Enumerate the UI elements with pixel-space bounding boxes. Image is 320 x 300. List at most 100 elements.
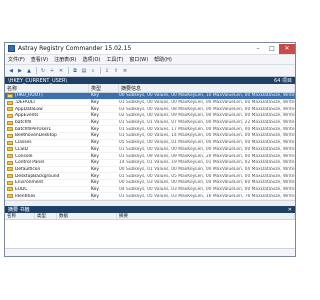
item-info: 14 Subkeys, 01 Values, 19 MaxKeyLen, 01 … [119, 160, 295, 166]
list-item[interactable]: batchfil Key 01 Subkeys, 01 Values, 07 Max… [5, 120, 295, 127]
close-button[interactable]: ✕ [279, 43, 295, 54]
menu-file[interactable]: 文件(F) [5, 56, 28, 63]
key-list: [HKU_ROOT] Key 00 Subkeys, 00 Values, 00 M… [5, 93, 295, 200]
item-type: Key [91, 160, 99, 166]
menu-view[interactable]: 查看(V) [28, 56, 51, 63]
delete-icon[interactable]: ✕ [57, 67, 65, 75]
export-icon[interactable]: ⇩ [103, 67, 111, 75]
item-name: CLSID [15, 146, 28, 152]
lower-column-name[interactable]: 名称 [5, 213, 35, 219]
item-name: [HKU_ROOT] [15, 93, 43, 99]
menu-options[interactable]: 选项(O) [80, 56, 104, 63]
folder-icon [7, 174, 13, 179]
item-type: Key [91, 153, 99, 159]
list-item[interactable]: Control Panel Key 14 Subkeys, 01 Values, 1… [5, 160, 295, 167]
up-icon[interactable]: ▲ [25, 67, 33, 75]
folder-icon [7, 154, 13, 159]
folder-icon [7, 133, 13, 138]
list-item[interactable]: AppDataLow Key 03 Subkeys, 00 Values, 08 M… [5, 106, 295, 114]
new-key-icon[interactable]: ＋ [48, 67, 56, 75]
search-icon[interactable]: ⌕ [89, 67, 97, 75]
forward-icon[interactable]: ▶ [16, 67, 24, 75]
column-type[interactable]: 类型 [89, 84, 119, 92]
menu-tools[interactable]: 工具(T) [103, 56, 126, 63]
lower-pane-bar: 摘要 书籤 ✕ [5, 206, 295, 213]
lower-column-data[interactable]: 数据 [57, 213, 117, 219]
list-item[interactable]: Console Key 01 Subkeys, 09 Values, 09 MaxK… [5, 153, 295, 160]
properties-icon[interactable]: ≡ [121, 67, 129, 75]
item-name: BeethovenDesktop [15, 133, 57, 139]
item-name: Console [15, 153, 33, 159]
minimize-button[interactable]: – [251, 44, 265, 54]
list-item[interactable]: .DEFAULT Key 01 Subkeys, 00 Values, 00 Max… [5, 100, 295, 107]
folder-icon [7, 127, 13, 132]
import-icon[interactable]: ⇧ [112, 67, 120, 75]
list-item[interactable]: BeethovenDesktop Key 01 Subkeys, 00 Values… [5, 133, 295, 140]
item-name: DesktopBackground [15, 173, 60, 179]
item-info: 00 Subkeys, 03 Values, 00 MaxKeyLen, 04 … [119, 180, 295, 186]
app-window: Astray Registry Commander 15.02.15 – □ ✕… [4, 42, 296, 257]
item-info: 01 Subkeys, 09 Values, 09 MaxKeyLen, 20 … [119, 153, 295, 159]
item-name: Classes [15, 140, 32, 146]
paste-icon[interactable]: ▤ [80, 67, 88, 75]
folder-icon [7, 107, 13, 112]
list-header: 名称 类型 摘要信息 [5, 84, 295, 93]
item-name-cell: [HKU_ROOT] [5, 93, 89, 98]
menu-window[interactable]: 窗口(W) [126, 56, 151, 63]
lower-pane-header: 名称 类型 数据 摘要 [5, 213, 295, 220]
copy-icon[interactable]: ⧉ [71, 67, 79, 75]
item-name-cell: AppEvents [5, 113, 89, 118]
item-info: 02 Subkeys, 00 Values, 09 MaxKeyLen, 00 … [119, 113, 295, 119]
item-name-cell: CLSID [5, 147, 89, 152]
list-item[interactable]: DesktopBackground Key 01 Subkeys, 00 Value… [5, 173, 295, 180]
toolbar-separator [36, 67, 37, 74]
folder-icon [7, 167, 13, 172]
item-name: Identities [15, 193, 36, 199]
column-info[interactable]: 摘要信息 [119, 84, 295, 92]
item-name-cell: Control Panel [5, 160, 89, 165]
lower-pane-title: 摘要 书籤 [8, 207, 30, 213]
menu-help[interactable]: 帮助(H) [151, 56, 175, 63]
list-item[interactable]: [HKU_ROOT] Key 00 Subkeys, 00 Values, 00 M… [5, 93, 295, 100]
column-name[interactable]: 名称 [5, 84, 89, 92]
list-item[interactable]: AppEvents Key 02 Subkeys, 00 Values, 09 Ma… [5, 113, 295, 120]
refresh-icon[interactable]: ↻ [39, 67, 47, 75]
list-item[interactable]: DefaultIcon Key 00 Subkeys, 01 Values, 00 … [5, 167, 295, 174]
item-type: Key [91, 120, 99, 126]
folder-icon [7, 147, 13, 152]
menu-registry[interactable]: 注册表(R) [51, 56, 79, 63]
item-type: Key [91, 193, 99, 199]
item-name: AppEvents [15, 113, 39, 119]
list-item[interactable]: CLSID Key 01 Subkeys, 00 Values, 00 MaxKey… [5, 147, 295, 154]
folder-icon [7, 113, 13, 118]
list-item[interactable]: Environment Key 00 Subkeys, 03 Values, 00 … [5, 180, 295, 187]
item-info: 00 Subkeys, 01 Values, 00 MaxKeyLen, 00 … [119, 166, 295, 172]
maximize-button[interactable]: □ [265, 44, 279, 54]
lower-pane-close-icon[interactable]: ✕ [288, 207, 292, 213]
toolbar: ◀ ▶ ▲ ↻ ＋ ✕ ⧉ ▤ ⌕ ⇩ ⇧ ≡ [5, 65, 295, 77]
item-type: Key [91, 93, 99, 99]
item-type: Key [91, 173, 99, 179]
menu-bar: 文件(F) 查看(V) 注册表(R) 选项(O) 工具(T) 窗口(W) 帮助(… [5, 55, 295, 65]
item-type: Key [91, 140, 99, 146]
lower-column-type[interactable]: 类型 [35, 213, 57, 219]
lower-column-summary[interactable]: 摘要 [117, 213, 295, 219]
status-bar [5, 248, 295, 256]
path-bar: \HKEY_CURRENT_USER\ 64 项目 [5, 77, 295, 84]
folder-icon [7, 194, 13, 199]
list-item[interactable]: batchfilPerUser1 Key 01 Subkeys, 00 Values… [5, 126, 295, 134]
title-bar[interactable]: Astray Registry Commander 15.02.15 – □ ✕ [5, 43, 295, 55]
item-type: Key [91, 100, 99, 106]
item-name: batchfilPerUser1 [15, 126, 52, 132]
item-info: 01 Subkeys, 00 Values, 00 MaxKeyLen, 00 … [119, 146, 295, 152]
item-name-cell: .DEFAULT [5, 100, 89, 105]
item-name-cell: DesktopBackground [5, 174, 89, 179]
list-item[interactable]: Classes Key 05 Subkeys, 00 Values, 01 MaxK… [5, 140, 295, 147]
current-path: \HKEY_CURRENT_USER\ [8, 77, 68, 84]
back-icon[interactable]: ◀ [7, 67, 15, 75]
list-item[interactable]: EUDC Key 04 Subkeys, 00 Values, 03 MaxKeyL… [5, 187, 295, 194]
item-name-cell: AppDataLow [5, 107, 89, 112]
list-item[interactable]: Identities Key 01 Subkeys, 05 Values, 03 M… [5, 193, 295, 200]
item-name-cell: BeethovenDesktop [5, 133, 89, 138]
item-type: Key [91, 126, 99, 132]
